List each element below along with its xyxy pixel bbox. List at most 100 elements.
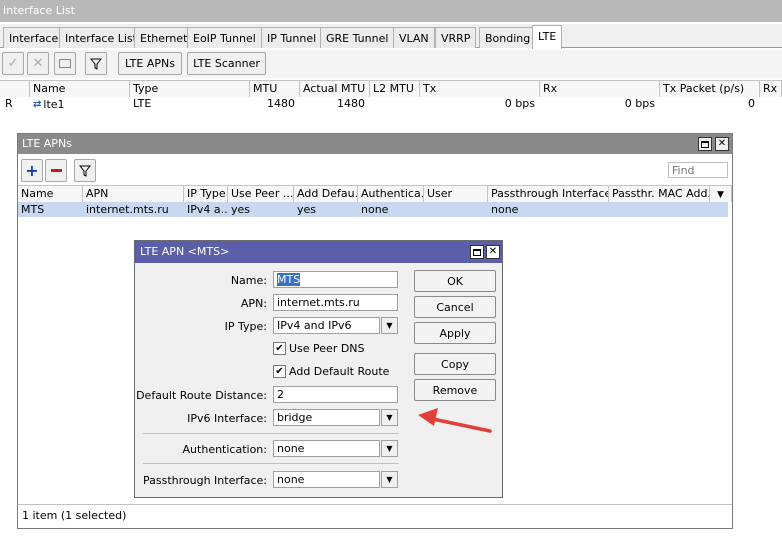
status-divider (18, 504, 732, 505)
copy-button[interactable]: Copy (414, 353, 496, 375)
dialog-title-bar: LTE APN <MTS> (135, 241, 502, 263)
comment-icon (59, 59, 71, 68)
tab-ethernet[interactable]: Ethernet (134, 27, 194, 48)
col-tx[interactable]: Tx (420, 81, 540, 97)
tab-interface[interactable]: Interface (3, 27, 65, 48)
passthrough-interface-dropdown-button[interactable]: ▼ (381, 471, 398, 488)
tab-vlan[interactable]: VLAN (393, 27, 435, 48)
filter-button[interactable] (85, 52, 107, 75)
col-actual-mtu[interactable]: Actual MTU (300, 81, 370, 97)
cancel-button[interactable]: Cancel (414, 296, 496, 318)
lte-scanner-button[interactable]: LTE Scanner (187, 52, 266, 75)
row-tx-packet: 0 (748, 97, 755, 110)
tab-ip-tunnel[interactable]: IP Tunnel (261, 27, 323, 48)
dropdown-arrow-icon: ▼ (386, 475, 393, 484)
checkmark-icon: ✔ (275, 343, 284, 354)
name-field[interactable]: MTS (273, 271, 398, 288)
dialog-close-button[interactable]: ✕ (486, 245, 500, 259)
row-l2-mtu (370, 96, 420, 112)
ok-button[interactable]: OK (414, 270, 496, 292)
ipv6-interface-dropdown-button[interactable]: ▼ (381, 409, 398, 426)
table-row[interactable]: MTS internet.mts.ru IPv4 a... yes yes no… (18, 202, 728, 217)
row-use-peer: yes (231, 203, 251, 216)
col-rx-packet[interactable]: Rx P (760, 81, 782, 97)
ip-type-dropdown-button[interactable]: ▼ (381, 317, 398, 334)
col-name[interactable]: Name (18, 186, 83, 202)
col-passthrough-interface[interactable]: Passthrough Interface (488, 186, 609, 202)
tab-gre-tunnel[interactable]: GRE Tunnel (320, 27, 395, 48)
remove-button[interactable] (45, 159, 67, 182)
column-menu-button[interactable]: ▼ (710, 186, 732, 202)
use-peer-dns-checkbox[interactable]: ✔ (273, 342, 286, 355)
col-l2-mtu[interactable]: L2 MTU (370, 81, 420, 97)
add-button[interactable]: + (21, 159, 43, 182)
checkmark-icon: ✔ (275, 366, 284, 377)
row-mac (609, 202, 710, 218)
dropdown-arrow-icon: ▼ (386, 413, 393, 422)
divider (143, 463, 399, 464)
maximize-button[interactable] (698, 137, 712, 151)
divider (143, 433, 399, 434)
row-name: lte1 (43, 97, 65, 111)
ipv6-interface-select[interactable]: bridge (273, 409, 380, 426)
tab-interface-list[interactable]: Interface List (59, 27, 143, 48)
ipv6-interface-label: IPv6 Interface: (187, 412, 267, 425)
window-title: Interface List (3, 4, 75, 17)
col-ip-type[interactable]: IP Type (184, 186, 228, 202)
col-mtu[interactable]: MTU (250, 81, 300, 97)
passthrough-interface-label: Passthrough Interface: (142, 474, 267, 487)
ip-type-select[interactable]: IPv4 and IPv6 (273, 317, 380, 334)
col-passthrough-mac[interactable]: Passthr. MAC Add... (609, 186, 710, 202)
plus-icon: + (25, 160, 39, 180)
annotation-arrow-icon (418, 408, 492, 433)
tab-eoip-tunnel[interactable]: EoIP Tunnel (187, 27, 262, 48)
filter-button[interactable] (74, 159, 96, 182)
col-flag[interactable] (0, 81, 30, 97)
row-mtu: 1480 (267, 97, 295, 110)
tab-lte[interactable]: LTE (532, 25, 563, 49)
disable-button[interactable]: ✕ (27, 52, 49, 75)
default-route-distance-label: Default Route Distance: (136, 389, 267, 402)
dropdown-arrow-icon: ▼ (386, 444, 393, 453)
default-route-distance-field[interactable]: 2 (273, 386, 398, 403)
lte-apns-button[interactable]: LTE APNs (118, 52, 182, 75)
row-name: MTS (21, 203, 45, 216)
apn-field[interactable]: internet.mts.ru (273, 294, 398, 311)
col-tx-packet[interactable]: Tx Packet (p/s) (660, 81, 760, 97)
authentication-dropdown-button[interactable]: ▼ (381, 440, 398, 457)
enable-button[interactable]: ✓ (2, 52, 24, 75)
col-authentication[interactable]: Authentica... (358, 186, 424, 202)
add-default-route-checkbox[interactable]: ✔ (273, 365, 286, 378)
authentication-select[interactable]: none (273, 440, 380, 457)
dropdown-arrow-icon: ▼ (386, 321, 393, 330)
lte-apn-dialog: LTE APN <MTS> ✕ Name: MTS APN: internet.… (134, 240, 503, 498)
col-type[interactable]: Type (130, 81, 250, 97)
tab-bonding[interactable]: Bonding (479, 27, 537, 48)
table-row[interactable]: R ⇄ lte1 LTE 1480 1480 0 bps 0 bps 0 (0, 96, 782, 112)
col-use-peer[interactable]: Use Peer ... (228, 186, 294, 202)
apn-label: APN: (240, 297, 267, 310)
find-input[interactable] (668, 162, 728, 178)
col-name[interactable]: Name (30, 81, 130, 97)
authentication-label: Authentication: (182, 443, 267, 456)
comment-button[interactable] (54, 52, 76, 75)
cross-icon: ✕ (32, 56, 44, 71)
row-tx: 0 bps (504, 97, 535, 110)
col-user[interactable]: User (424, 186, 488, 202)
lte-interface-icon: ⇄ (33, 98, 42, 110)
row-actual-mtu: 1480 (337, 97, 365, 110)
ip-type-label: IP Type: (224, 320, 267, 333)
use-peer-dns-label: Use Peer DNS (289, 342, 365, 355)
close-icon: ✕ (488, 246, 498, 257)
remove-button[interactable]: Remove (414, 379, 496, 401)
tab-vrrp[interactable]: VRRP (435, 27, 477, 48)
col-apn[interactable]: APN (83, 186, 184, 202)
dialog-maximize-button[interactable] (470, 245, 484, 259)
passthrough-interface-select[interactable]: none (273, 471, 380, 488)
funnel-icon (79, 165, 91, 177)
col-add-default[interactable]: Add Defau... (294, 186, 358, 202)
col-rx[interactable]: Rx (540, 81, 660, 97)
apply-button[interactable]: Apply (414, 322, 496, 344)
close-button[interactable]: ✕ (715, 137, 729, 151)
row-authentication: none (361, 203, 389, 216)
